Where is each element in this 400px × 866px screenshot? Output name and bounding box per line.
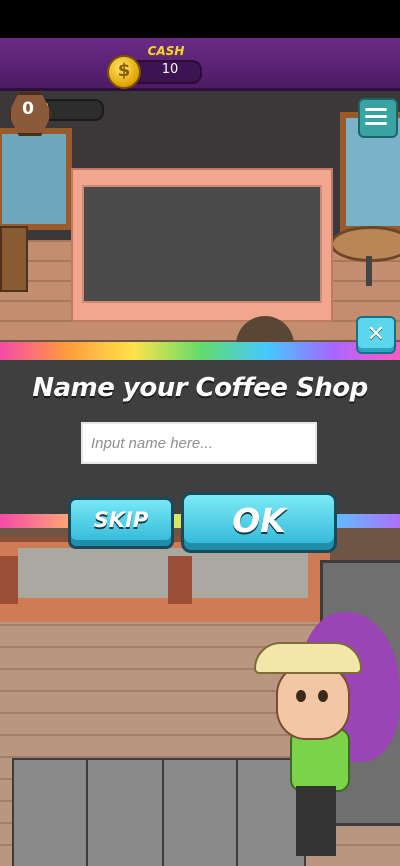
dialog-rainbow-border-top xyxy=(0,342,400,360)
metal-cabinet xyxy=(12,758,306,866)
ok-button-label: OK xyxy=(232,501,286,540)
chair xyxy=(0,226,28,292)
menu-line xyxy=(365,122,387,125)
skip-button[interactable]: SKIP xyxy=(68,497,174,549)
status-bar xyxy=(0,0,400,38)
shop-name-input[interactable] xyxy=(81,422,317,464)
dialog-title: Name your Coffee Shop xyxy=(32,373,368,403)
character-face xyxy=(276,664,350,740)
character-eye xyxy=(296,690,306,702)
shop-sign-board xyxy=(82,185,322,303)
cash-value: 10 xyxy=(161,62,179,77)
hamburger-menu-icon[interactable] xyxy=(358,98,398,138)
plant-pot xyxy=(0,556,18,604)
plant-pot xyxy=(168,556,192,604)
dollar-coin-icon: $ xyxy=(107,55,141,89)
character-legs xyxy=(296,786,336,856)
skip-button-label: SKIP xyxy=(93,508,149,532)
cabinet-divider xyxy=(162,760,164,866)
display-case-glass xyxy=(18,548,308,598)
character-cap xyxy=(254,642,362,674)
cabinet-divider xyxy=(236,760,238,866)
character-eye xyxy=(318,690,328,702)
menu-line xyxy=(365,115,387,118)
menu-line xyxy=(365,108,387,111)
close-x-icon: ✕ xyxy=(366,322,386,347)
window-left xyxy=(0,128,72,230)
cafe-table-leg xyxy=(366,256,372,286)
ok-button[interactable]: OK xyxy=(181,492,337,553)
close-button[interactable]: ✕ xyxy=(356,316,396,354)
level-number: 0 xyxy=(22,99,34,119)
cash-label: CASH xyxy=(147,44,185,58)
cabinet-divider xyxy=(86,760,88,866)
game-screen: { "hud": { "cash_label": "CASH", "cash_v… xyxy=(0,0,400,866)
